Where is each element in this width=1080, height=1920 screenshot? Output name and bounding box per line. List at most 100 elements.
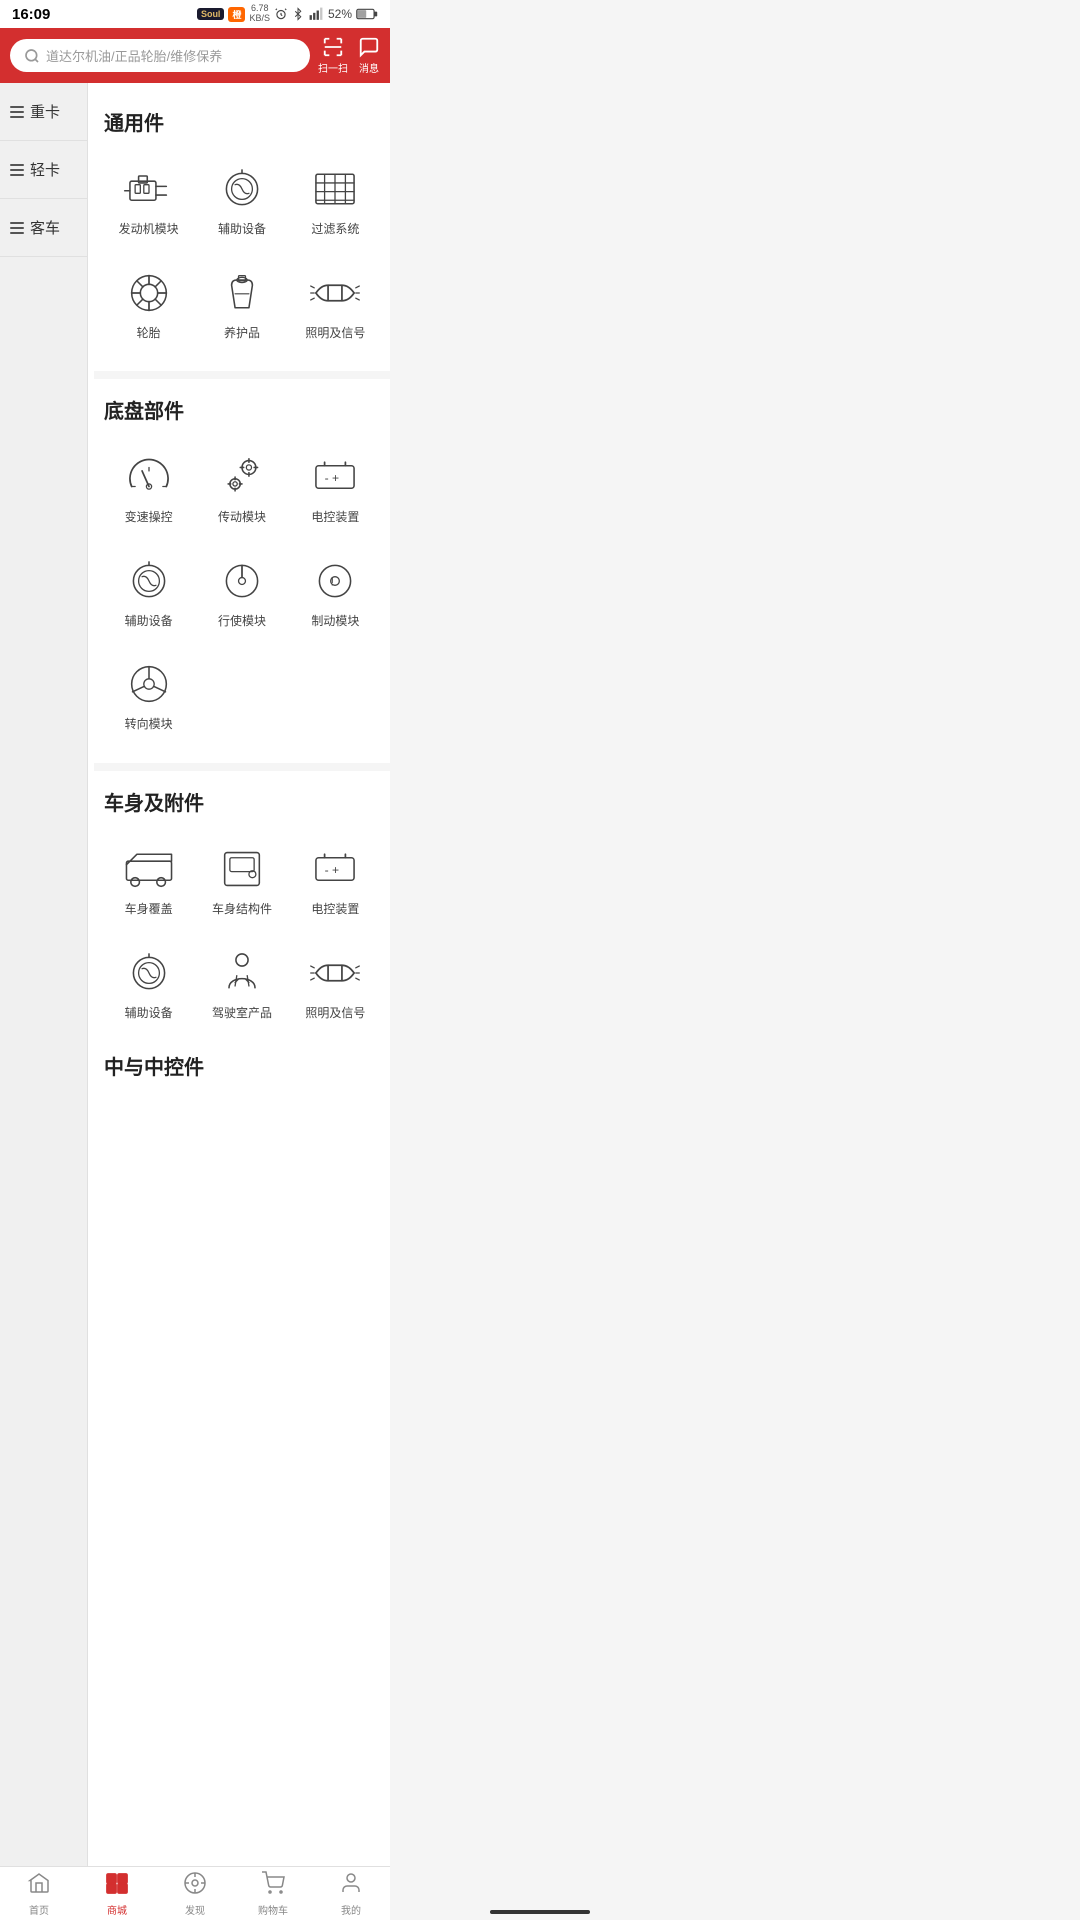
filter-label: 过滤系统: [311, 222, 359, 238]
steering-icon-wrap: [119, 657, 179, 711]
grid-item-drive[interactable]: 行使模块: [197, 544, 286, 640]
aux-device3-icon: [123, 949, 175, 997]
gears-label: 传动模块: [218, 510, 266, 526]
grid-item-light[interactable]: 照明及信号: [291, 256, 380, 352]
grid-item-gears[interactable]: 传动模块: [197, 440, 286, 536]
car-door-icon: [216, 845, 268, 893]
profile-icon: [339, 1871, 363, 1900]
grid-item-aux3[interactable]: 辅助设备: [104, 936, 193, 1032]
steering-icon: [123, 660, 175, 708]
grid-item-filter[interactable]: 过滤系统: [291, 152, 380, 248]
grid-item-steering[interactable]: 转向模块: [104, 647, 193, 743]
tire-label: 轮胎: [137, 326, 161, 342]
grid-item-driver[interactable]: 驾驶室产品: [197, 936, 286, 1032]
search-bar: 道达尔机油/正品轮胎/维修保养 扫一扫 消息: [0, 28, 390, 83]
main-layout: 重卡 轻卡 客车 通用件: [0, 83, 390, 1877]
car-door-label: 车身结构件: [212, 902, 272, 918]
grid-item-transmission-ctrl[interactable]: 变速操控: [104, 440, 193, 536]
truck-body-label: 车身覆盖: [125, 902, 173, 918]
menu-icon3: [10, 222, 24, 234]
nav-shop[interactable]: 商城: [78, 1867, 156, 1920]
svg-text:- +: - +: [325, 863, 340, 877]
nav-shop-label: 商城: [107, 1902, 127, 1917]
sidebar: 重卡 轻卡 客车: [0, 83, 88, 1877]
section-title-body: 车身及附件: [104, 787, 380, 816]
chat-badge: 橙: [228, 7, 245, 22]
nav-cart[interactable]: 购物车: [234, 1867, 312, 1920]
battery-icon: [356, 8, 378, 20]
chassis-parts-grid: 变速操控: [104, 440, 380, 743]
sidebar-item-light-truck[interactable]: 轻卡: [0, 141, 87, 199]
grid-item-brake[interactable]: ! 制动模块: [291, 544, 380, 640]
sidebar-item-heavy-truck[interactable]: 重卡: [0, 83, 87, 141]
svg-text:- +: - +: [325, 471, 340, 485]
content-area: 通用件 发动机模块: [88, 83, 390, 1877]
car-door-icon-wrap: [212, 842, 272, 896]
nav-discover[interactable]: 发现: [156, 1867, 234, 1920]
brake-icon: !: [309, 557, 361, 605]
grid-item-battery-ctrl2[interactable]: - + 电控装置: [291, 832, 380, 928]
sidebar-item-bus[interactable]: 客车: [0, 199, 87, 257]
discover-icon: [183, 1871, 207, 1900]
transmission-ctrl-label: 变速操控: [125, 510, 173, 526]
message-icon: [358, 36, 380, 58]
message-button[interactable]: 消息: [358, 36, 380, 75]
nav-home[interactable]: 首页: [0, 1867, 78, 1920]
section-title-chassis: 底盘部件: [104, 395, 380, 424]
truck-body-icon: [123, 845, 175, 893]
grid-item-car-door[interactable]: 车身结构件: [197, 832, 286, 928]
battery-ctrl2-icon: - +: [309, 845, 361, 893]
bluetooth-icon: [292, 7, 304, 21]
grid-item-battery-ctrl[interactable]: - + 电控装置: [291, 440, 380, 536]
engine-icon-wrap: [119, 162, 179, 216]
brake-icon-wrap: !: [305, 554, 365, 608]
grid-item-truck-body[interactable]: 车身覆盖: [104, 832, 193, 928]
section-title-center: 中与中控件: [104, 1051, 380, 1080]
oil-label: 养护品: [224, 326, 260, 342]
oil-icon: [216, 269, 268, 317]
grid-item-aux2[interactable]: 辅助设备: [104, 544, 193, 640]
tire-icon-wrap: [119, 266, 179, 320]
grid-item-light2[interactable]: 照明及信号: [291, 936, 380, 1032]
nav-discover-label: 发现: [185, 1902, 205, 1917]
grid-item-engine[interactable]: 发动机模块: [104, 152, 193, 248]
message-label: 消息: [359, 60, 379, 75]
aux2-label: 辅助设备: [125, 614, 173, 630]
alarm-icon: [274, 7, 288, 21]
light-icon-wrap: [305, 266, 365, 320]
nav-cart-label: 购物车: [258, 1902, 288, 1917]
sidebar-label-bus: 客车: [30, 217, 60, 238]
battery-ctrl-icon-wrap: - +: [305, 450, 365, 504]
search-input-wrap[interactable]: 道达尔机油/正品轮胎/维修保养: [10, 39, 310, 72]
gears-icon: [216, 453, 268, 501]
status-time: 16:09: [12, 6, 50, 23]
nav-profile[interactable]: 我的: [312, 1867, 390, 1920]
speedometer-icon-wrap: [119, 450, 179, 504]
general-parts-grid: 发动机模块 辅助设备: [104, 152, 380, 351]
home-icon: [27, 1871, 51, 1900]
nav-home-label: 首页: [29, 1902, 49, 1917]
bottom-nav: 首页 商城 发现 购物车: [0, 1866, 390, 1920]
grid-item-tire[interactable]: 轮胎: [104, 256, 193, 352]
brake-label: 制动模块: [311, 614, 359, 630]
aux3-label: 辅助设备: [125, 1006, 173, 1022]
oil-icon-wrap: [212, 266, 272, 320]
drive-icon: [216, 557, 268, 605]
search-placeholder: 道达尔机油/正品轮胎/维修保养: [46, 46, 222, 65]
light2-icon: [309, 949, 361, 997]
shop-icon: [105, 1871, 129, 1900]
light2-label: 照明及信号: [305, 1006, 365, 1022]
driver-icon: [216, 949, 268, 997]
bottom-spacer: [104, 1096, 380, 1156]
soul-badge: Soul: [197, 8, 225, 20]
battery-ctrl-icon: - +: [309, 453, 361, 501]
sidebar-label-heavy-truck: 重卡: [30, 101, 60, 122]
grid-item-aux[interactable]: 辅助设备: [197, 152, 286, 248]
filter-icon-wrap: [305, 162, 365, 216]
menu-icon: [10, 106, 24, 118]
aux-device-icon: [216, 165, 268, 213]
grid-item-oil[interactable]: 养护品: [197, 256, 286, 352]
body-parts-grid: 车身覆盖 车身结构件 -: [104, 832, 380, 1031]
svg-text:!: !: [331, 574, 334, 588]
scan-button[interactable]: 扫一扫: [318, 36, 348, 75]
